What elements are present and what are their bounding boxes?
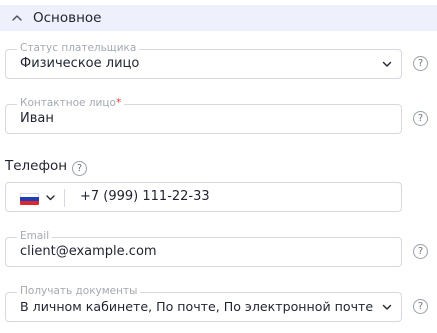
phone-input[interactable]: +7 (999) 111-22-33	[80, 189, 210, 204]
chevron-down-icon[interactable]	[46, 195, 55, 201]
chevron-down-icon	[382, 61, 392, 67]
help-icon-documents[interactable]: ?	[413, 299, 428, 314]
help-icon-phone[interactable]: ?	[72, 161, 87, 176]
help-icon-payer-status[interactable]: ?	[413, 56, 428, 71]
contact-person-label: Контактное лицо*	[17, 97, 125, 110]
help-icon-contact-person[interactable]: ?	[413, 111, 428, 126]
chevron-down-icon	[382, 304, 392, 310]
payer-status-select[interactable]: Статус плательщика Физическое лицо	[5, 42, 402, 79]
russia-flag-icon[interactable]	[20, 193, 39, 205]
section-header-main[interactable]: Основное	[0, 5, 437, 31]
documents-value: В личном кабинете, По почте, По электрон…	[20, 299, 374, 314]
required-mark: *	[115, 97, 122, 109]
contact-person-value: Иван	[20, 111, 54, 126]
payer-status-label: Статус плательщика	[17, 42, 140, 55]
email-input[interactable]: Email client@example.com	[5, 230, 402, 267]
documents-select[interactable]: Получать документы В личном кабинете, По…	[5, 285, 402, 322]
help-icon-email[interactable]: ?	[413, 244, 428, 259]
phone-label: Телефон	[5, 158, 68, 174]
email-value: client@example.com	[20, 244, 157, 259]
chevron-up-icon	[12, 15, 22, 21]
contact-person-input[interactable]: Контактное лицо* Иван	[5, 97, 402, 134]
email-label: Email	[17, 230, 53, 243]
payer-status-value: Физическое лицо	[20, 56, 140, 71]
phone-field[interactable]: +7 (999) 111-22-33	[5, 182, 402, 212]
section-title: Основное	[33, 10, 102, 26]
documents-label: Получать документы	[17, 285, 141, 298]
divider	[64, 189, 65, 207]
